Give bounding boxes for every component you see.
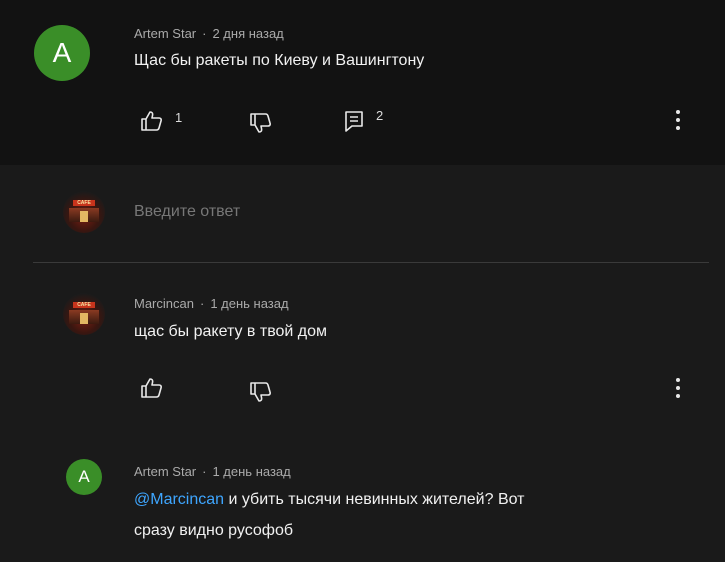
timestamp[interactable]: 1 день назад [212,464,290,479]
avatar-photo-door [80,313,88,324]
avatar[interactable]: CAFE [63,293,105,335]
divider [33,262,709,263]
top-comment-panel [0,0,725,165]
comment-meta: Artem Star · 2 дня назад [134,26,284,41]
avatar-photo-sign: CAFE [73,200,95,206]
comment-icon[interactable] [344,110,364,132]
mention-link[interactable]: @Marcincan [134,491,224,508]
thumb-up-icon[interactable] [140,377,164,399]
author-name[interactable]: Marcincan [134,296,194,311]
avatar[interactable]: A [66,459,102,495]
comment-text-line2: сразу видно русофоб [134,522,294,539]
avatar[interactable]: A [34,25,90,81]
thumb-down-icon[interactable] [249,381,273,403]
reply-input[interactable]: Введите ответ [134,203,240,221]
avatar[interactable]: CAFE [63,191,105,233]
separator-dot: · [199,296,205,311]
comment-text: Щас бы ракеты по Киеву и Вашингтону [134,52,425,69]
separator-dot: · [202,464,207,479]
more-vert-icon[interactable] [676,110,680,130]
timestamp[interactable]: 2 дня назад [212,26,283,41]
more-vert-icon[interactable] [676,378,680,398]
thumb-up-icon[interactable] [140,110,164,132]
avatar-photo-sign: CAFE [73,302,95,308]
comment-meta: Marcincan · 1 день назад [134,296,289,311]
author-name[interactable]: Artem Star [134,464,196,479]
reply-count: 2 [376,108,384,123]
comment-meta: Artem Star · 1 день назад [134,464,291,479]
separator-dot: · [202,26,207,41]
comment-text: щас бы ракету в твой дом [134,323,328,340]
timestamp[interactable]: 1 день назад [210,296,288,311]
comment-text: @Marcincan и убить тысячи невинных жител… [134,491,524,509]
avatar-photo-door [80,211,88,222]
author-name[interactable]: Artem Star [134,26,196,41]
thumb-down-icon[interactable] [249,112,273,134]
like-count: 1 [175,110,183,125]
comment-text-line1: и убить тысячи невинных жителей? Вот [224,491,525,508]
